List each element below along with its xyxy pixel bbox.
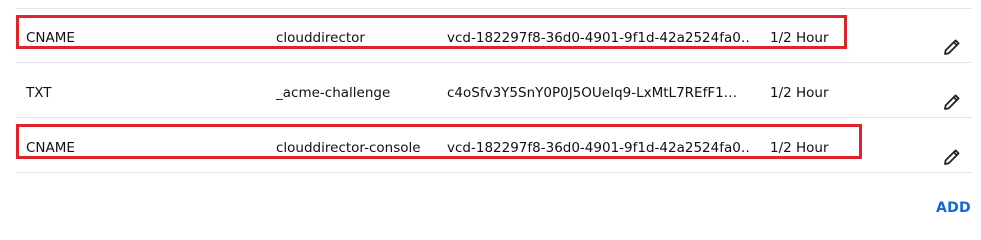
add-record-button[interactable]: ADD: [936, 200, 971, 216]
record-ttl: 1/2 Hour: [770, 85, 829, 101]
pencil-icon: [944, 149, 960, 165]
record-type: TXT: [26, 85, 52, 101]
edit-record-button[interactable]: [942, 147, 962, 167]
dns-record-row: TXT _acme-challenge c4oSfv3Y5SnY0P0J5OUe…: [16, 63, 972, 117]
highlight-box: [16, 124, 862, 159]
pencil-icon: [944, 39, 960, 55]
record-value: c4oSfv3Y5SnY0P0J5OUeIq9-LxMtL7REfF1…: [447, 85, 738, 101]
highlight-box: [16, 15, 847, 49]
edit-record-button[interactable]: [942, 37, 962, 57]
record-name: _acme-challenge: [276, 85, 391, 101]
edit-record-button[interactable]: [942, 92, 962, 112]
table-divider: [16, 172, 972, 173]
pencil-icon: [944, 94, 960, 110]
